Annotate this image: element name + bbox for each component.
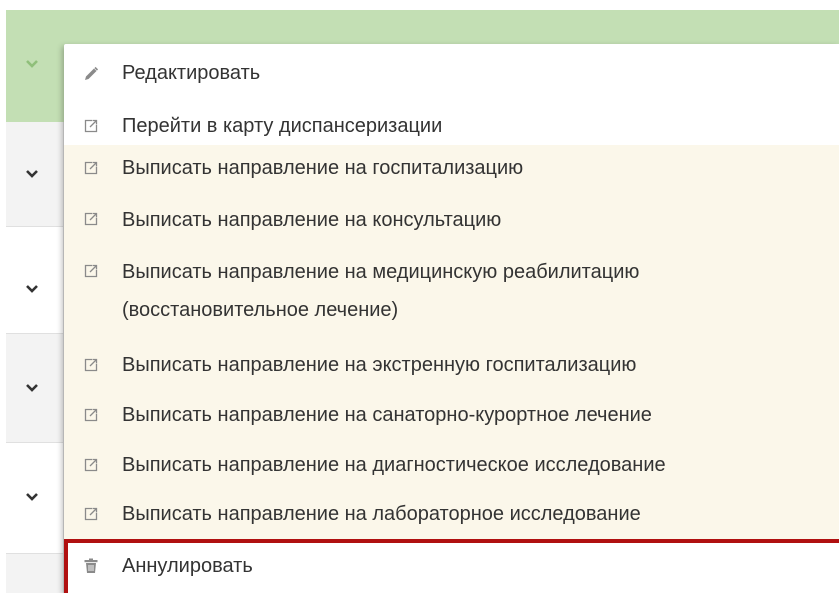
menu-item-referral-emergency-hospitalization[interactable]: Выписать направление на экстренную госпи… bbox=[64, 340, 839, 391]
menu-item-label: Выписать направление на санаторно-курорт… bbox=[122, 404, 652, 426]
external-link-icon bbox=[83, 118, 99, 134]
menu-item-edit[interactable]: Редактировать bbox=[64, 57, 839, 91]
menu-item-label: Редактировать bbox=[122, 62, 261, 84]
menu-item-referral-rehabilitation[interactable]: Выписать направление на медицинскую реаб… bbox=[64, 246, 839, 340]
menu-item-label: Выписать направление на лабораторное исс… bbox=[122, 503, 641, 525]
external-link-icon bbox=[83, 263, 99, 279]
chevron-down-icon[interactable] bbox=[24, 380, 40, 396]
chevron-down-icon[interactable] bbox=[24, 489, 40, 505]
menu-item-label: Выписать направление на консультацию bbox=[122, 209, 502, 231]
menu-item-referral-sanatorium[interactable]: Выписать направление на санаторно-курорт… bbox=[64, 391, 839, 441]
external-link-icon bbox=[83, 506, 99, 522]
chevron-down-icon[interactable] bbox=[24, 281, 40, 297]
menu-item-referral-hospitalization[interactable]: Выписать направление на госпитализацию bbox=[64, 145, 839, 196]
menu-item-label: Выписать направление на госпитализацию bbox=[122, 157, 524, 179]
menu-item-referral-consultation[interactable]: Выписать направление на консультацию bbox=[64, 196, 839, 246]
menu-item-label: Аннулировать bbox=[122, 555, 253, 577]
menu-item-open-dispensary-card[interactable]: Перейти в карту диспансеризации bbox=[64, 111, 839, 145]
external-link-icon bbox=[83, 357, 99, 373]
external-link-icon bbox=[83, 160, 99, 176]
external-link-icon bbox=[83, 211, 99, 227]
external-link-icon bbox=[83, 457, 99, 473]
chevron-down-icon[interactable] bbox=[24, 56, 40, 72]
trash-icon bbox=[83, 558, 99, 574]
screen: Редактировать Перейти в карту диспансери… bbox=[0, 0, 839, 593]
menu-item-referral-laboratory[interactable]: Выписать направление на лабораторное исс… bbox=[64, 492, 839, 539]
menu-item-label: Выписать направление на диагностическое … bbox=[122, 454, 666, 476]
chevron-down-icon[interactable] bbox=[24, 166, 40, 182]
menu-item-label: Перейти в карту диспансеризации bbox=[122, 115, 443, 137]
pencil-icon bbox=[83, 66, 99, 82]
context-menu: Редактировать Перейти в карту диспансери… bbox=[64, 44, 839, 593]
menu-item-annul[interactable]: Аннулировать bbox=[64, 539, 839, 593]
menu-item-referral-diagnostic[interactable]: Выписать направление на диагностическое … bbox=[64, 441, 839, 492]
menu-item-label: Выписать направление на медицинскую реаб… bbox=[122, 261, 640, 283]
external-link-icon bbox=[83, 407, 99, 423]
menu-item-label-line2: (восстановительное лечение) bbox=[122, 299, 399, 321]
menu-item-label: Выписать направление на экстренную госпи… bbox=[122, 354, 637, 376]
